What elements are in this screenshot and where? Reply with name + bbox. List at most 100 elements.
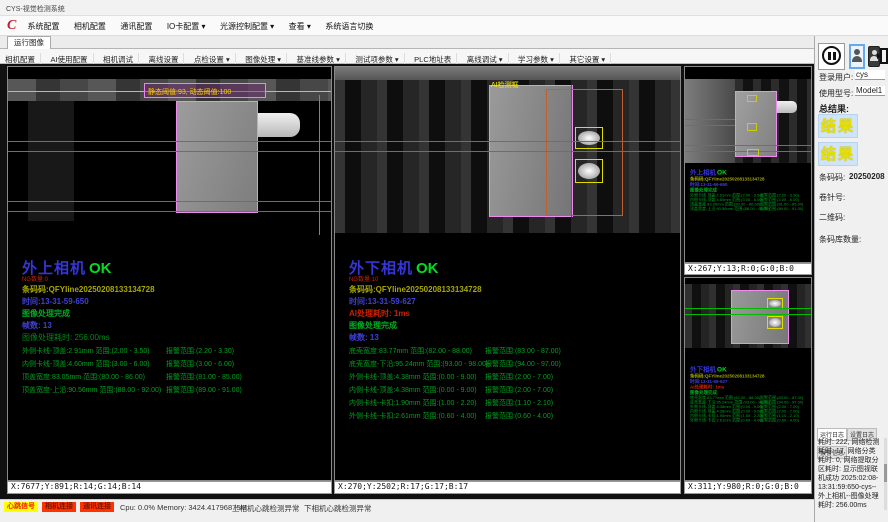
comm-connect-badge: 通讯连接 xyxy=(80,502,114,512)
menu-language[interactable]: 系统语言切换 xyxy=(320,17,378,37)
login-user-label: 登录用户: xyxy=(819,72,853,83)
measurement-row: 顶盖宽度-上沿:90.56mm 范围:(88.00 - 92.00)报警范围:(… xyxy=(22,385,242,395)
result-box-bottom: 结果 xyxy=(818,142,858,166)
measure-line xyxy=(685,314,811,315)
pause-bar xyxy=(833,52,836,60)
middle-view-coordinates: X:270;Y:2502;R:17;G:17;B:17 xyxy=(334,481,681,494)
mini-result-panel: 外下相机OK 条码码:QFYIine20250208133134728 时间:1… xyxy=(690,364,808,423)
measure-line xyxy=(685,119,735,120)
qr-code-label: 二维码: xyxy=(819,212,845,223)
alarm-range: 报警范围:(1.10 - 2.10) xyxy=(485,400,553,407)
menu-io-config[interactable]: IO卡配置 ▾ xyxy=(162,17,211,37)
small-bottom-coordinates: X:311;Y:980;R:0;G:0;B:0 xyxy=(684,481,812,494)
marker-box xyxy=(747,149,759,156)
measurement-row: 底壳宽度-下沿:95.24mm 范围:(93.00 - 98.00)报警范围:(… xyxy=(349,359,561,369)
left-view-coordinates: X:7677;Y:891;R:14;G:14;B:14 xyxy=(7,481,332,494)
pause-bar xyxy=(828,52,831,60)
heartbeat-badge: 心跳信号 xyxy=(4,502,38,512)
measurement-text: 外侧卡线-顶盖:4.38mm 范围:(0.00 - 9.00) xyxy=(349,372,485,382)
app-window: CYS-视觉检测系统 C 系统配置 相机配置 通讯配置 IO卡配置 ▾ 光源控制… xyxy=(0,0,888,522)
login-user-field[interactable]: cys xyxy=(855,70,885,80)
right-sidebar: 登录用户: cys 使用型号: Model1 总结果: 结果 结果 条码码: 2… xyxy=(814,36,888,522)
measurement-text: 外侧卡线-顶盖:2.91mm 范围:(2.00 - 3.50) xyxy=(22,346,166,356)
camera-name: 外上相机 xyxy=(690,169,716,177)
pause-button[interactable] xyxy=(818,43,845,70)
measurement-row: 外侧卡线-顶盖:2.91mm 范围:(2.00 - 3.50)报警范围:(2.2… xyxy=(22,346,234,356)
exit-button[interactable] xyxy=(877,44,888,69)
ng-count: NG数量:10 xyxy=(349,274,378,283)
measurement-text: 内侧卡线-顶盖:4.38mm 范围:(0.00 - 9.00) xyxy=(349,385,485,395)
tab-row: 运行图像 xyxy=(0,36,814,49)
ng-count: NG数量:0 xyxy=(22,274,48,283)
log-scrollbar[interactable] xyxy=(884,438,887,510)
edge-line xyxy=(319,95,320,235)
marker-box xyxy=(747,95,757,102)
alarm-range: 报警范围:(89.00 - 91.00) xyxy=(166,387,242,394)
user-icon xyxy=(851,49,863,62)
result-ok: OK xyxy=(89,260,112,277)
alarm-range: 报警范围:(89.00 - 91.00) xyxy=(760,207,803,212)
middle-camera-view[interactable]: AI检测框 外下相机OK NG数量:10 条码码:QFYIine20250208… xyxy=(334,66,681,481)
result-ok: OK xyxy=(416,260,439,277)
measurement-text: 外侧卡线-卡扣:2.61mm 范围:(0.60 - 4.00) xyxy=(690,418,760,423)
marker-box xyxy=(747,123,757,131)
menu-comm-config[interactable]: 通讯配置 xyxy=(115,17,157,37)
alarm-range: 报警范围:(83.00 - 87.00) xyxy=(485,348,561,355)
measurement-row: 外侧卡线-顶盖:4.38mm 范围:(0.00 - 9.00)报警范围:(2.0… xyxy=(349,372,553,382)
menu-view[interactable]: 查看 ▾ xyxy=(284,17,316,37)
barcode-count-label: 条码库数量: xyxy=(819,234,861,245)
measure-line xyxy=(335,141,680,142)
weld-spot xyxy=(578,131,600,145)
measure-line xyxy=(8,201,331,202)
small-bottom-camera-view[interactable]: 外下相机OK 条码码:QFYIine20250208133134728 时间:1… xyxy=(684,277,812,481)
measure-line xyxy=(685,308,811,309)
measurement-text: 顶盖宽度-上沿:90.56mm 范围:(88.00 - 92.00) xyxy=(22,385,166,395)
top-camera-warning: 上相机心跳检测异常 xyxy=(232,503,300,514)
pin-number-label: 卷针号: xyxy=(819,192,845,203)
log-scrollbar-thumb[interactable] xyxy=(884,464,887,482)
alarm-range: 报警范围:(2.00 - 7.00) xyxy=(485,374,553,381)
alarm-range: 报警范围:(0.60 - 4.00) xyxy=(485,413,553,420)
model-label: 使用型号: xyxy=(819,88,853,99)
user-body xyxy=(852,56,862,62)
time-line: 时间:13-31-59-627 xyxy=(349,296,416,307)
ai-overlay-label: AI检测框 xyxy=(491,80,519,90)
menu-bar: C 系统配置 相机配置 通讯配置 IO卡配置 ▾ 光源控制配置 ▾ 查看 ▾ 系… xyxy=(0,16,888,36)
tab-run-image[interactable]: 运行图像 xyxy=(7,36,51,49)
weld-spot xyxy=(769,300,781,307)
product-block xyxy=(176,101,258,213)
menu-camera-config[interactable]: 相机配置 xyxy=(69,17,111,37)
user-button[interactable] xyxy=(849,44,865,69)
measurement-row: 内侧卡线-顶盖:4.38mm 范围:(0.00 - 9.00)报警范围:(2.0… xyxy=(349,385,553,395)
bottom-status-bar: 心跳信号 相机连接 通讯连接 Cpu: 0.0% Memory: 3424.41… xyxy=(0,499,814,513)
measurement-text: 内侧卡线-顶盖:4.60mm 范围:(3.00 - 6.00) xyxy=(22,359,166,369)
connector-tab xyxy=(258,113,300,137)
user-head xyxy=(854,49,860,55)
left-camera-view[interactable]: 静态阈值:93, 动态阈值:100 外上相机OK NG数量:0 条码码:QFYI… xyxy=(7,66,332,481)
small-top-camera-view[interactable]: 外上相机OK 条码码:QFYIine20250208133134728 时间:1… xyxy=(684,66,812,263)
measurement-row: 顶盖宽度-上沿:90.56mm 范围:(88.00 - 92.00)报警范围:(… xyxy=(690,207,808,212)
exit-arrow-icon xyxy=(877,53,882,59)
ai-detect-rect xyxy=(546,89,623,216)
edge-line xyxy=(571,85,572,217)
pause-icon xyxy=(822,46,841,65)
menu-system-config[interactable]: 系统配置 xyxy=(22,17,64,37)
machine-shadow xyxy=(28,101,74,221)
measure-line xyxy=(8,151,331,152)
sidebar-barcode-value: 20250208 xyxy=(849,172,885,181)
mini-result-panel: 外上相机OK 条码码:QFYIine20250208133134728 时间:1… xyxy=(690,167,808,211)
title-bar: CYS-视觉检测系统 xyxy=(0,0,888,16)
weld-spot xyxy=(769,318,781,327)
camera-connect-badge: 相机连接 xyxy=(42,502,76,512)
measurement-text: 底壳宽度:83.77mm 范围:(82.00 - 88.00) xyxy=(349,346,485,356)
barcode-line: 条码码:QFYIine20250208133134728 xyxy=(349,284,482,295)
measurement-row: 顶盖宽度:83.05mm 范围:(80.00 - 86.00)报警范围:(81.… xyxy=(22,372,242,382)
measurement-text: 顶盖宽度-上沿:90.56mm 范围:(88.00 - 92.00) xyxy=(690,207,760,212)
menu-light-config[interactable]: 光源控制配置 ▾ xyxy=(215,17,279,37)
model-field[interactable]: Model1 xyxy=(855,86,885,96)
threshold-overlay-text: 静态阈值:93, 动态阈值:100 xyxy=(148,87,231,97)
measure-line xyxy=(335,151,680,152)
measure-line xyxy=(685,145,811,146)
cpu-memory-text: Cpu: 0.0% Memory: 3424.41796875M xyxy=(120,503,247,512)
alarm-range: 报警范围:(94.00 - 97.00) xyxy=(485,361,561,368)
